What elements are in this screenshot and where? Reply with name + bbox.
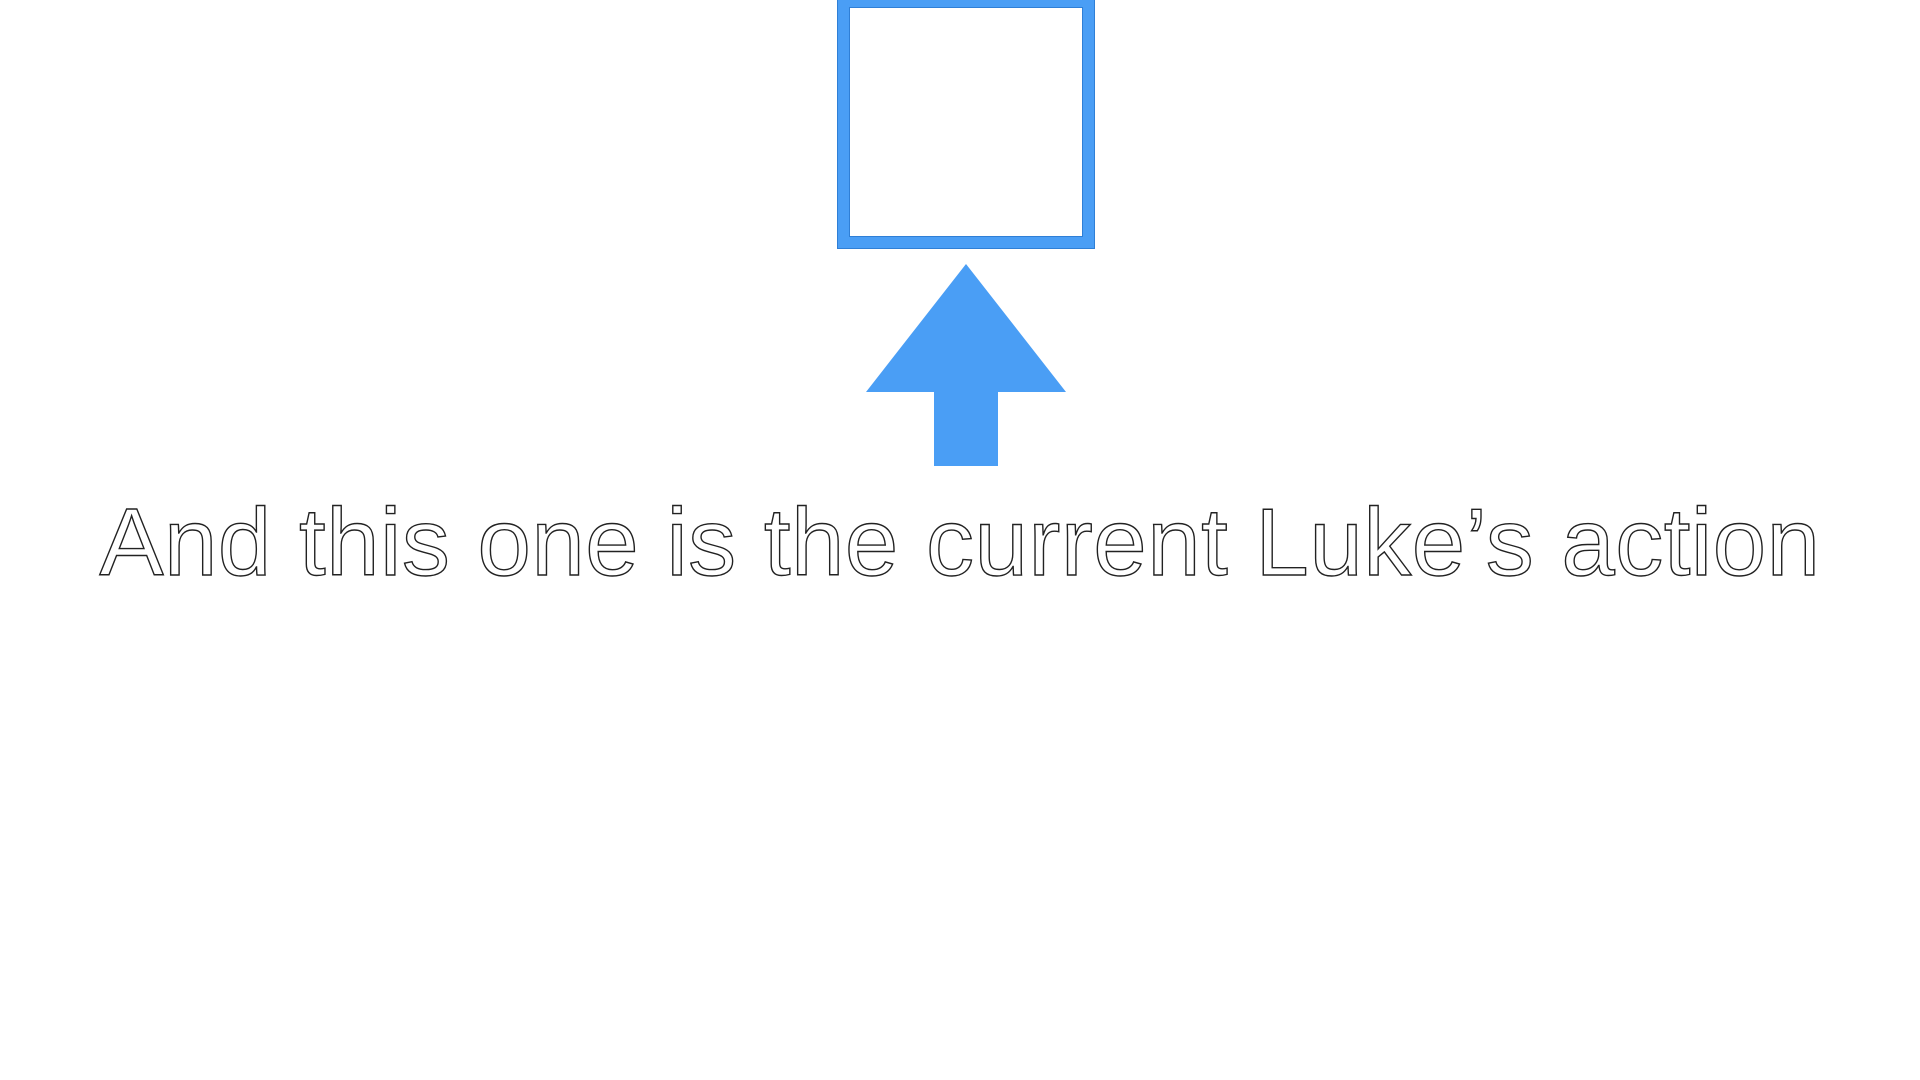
square-frame-icon [837,0,1095,249]
slide-canvas: And this one is the current Luke’s actio… [0,0,1920,1080]
caption-text: And this one is the current Luke’s actio… [99,488,1821,596]
arrow-up-icon [866,264,1066,466]
